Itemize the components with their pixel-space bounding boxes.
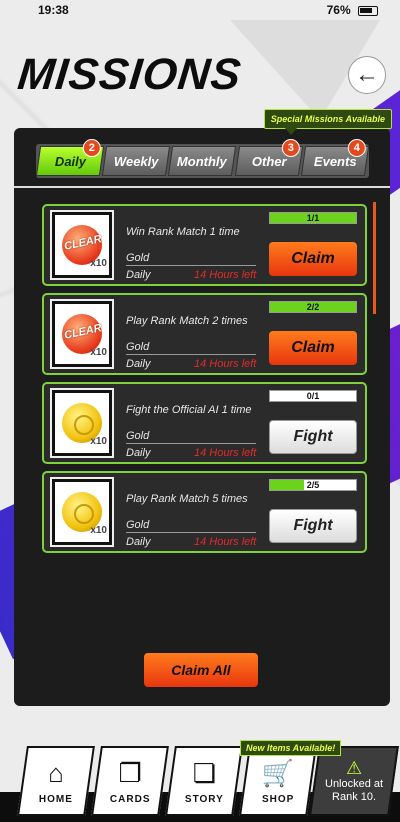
back-button[interactable]: ← (348, 56, 386, 94)
warning-icon: ⚠ (345, 758, 363, 778)
progress-text: 0/1 (306, 391, 320, 401)
progress-text: 2/2 (306, 302, 320, 312)
new-items-banner: New Items Available! (240, 740, 342, 756)
fight-button[interactable]: Fight (269, 420, 357, 454)
nav-label: SHOP (261, 793, 295, 805)
claim-button[interactable]: Claim (269, 331, 357, 365)
claim-button[interactable]: Claim (269, 242, 357, 276)
mission-reward: Gold (126, 519, 256, 533)
tabs-divider (14, 186, 390, 188)
mission-card: x10 Play Rank Match 2 times Gold Daily 1… (42, 293, 367, 375)
back-arrow-icon: ← (355, 61, 379, 88)
mission-title: Fight the Official AI 1 time (126, 404, 252, 416)
mission-reward: Gold (126, 341, 256, 355)
tab-daily[interactable]: Daily 2 (35, 139, 105, 176)
mission-list-scrollbar[interactable] (373, 202, 376, 314)
reward-thumbnail: x10 (50, 388, 114, 458)
nav-label: CARDS (109, 793, 151, 805)
mission-period: Daily (126, 269, 151, 281)
nav-shop[interactable]: 🛒 SHOP (239, 746, 317, 816)
mission-time-left: 14 Hours left (194, 536, 257, 548)
cards-icon: ❐ (118, 757, 142, 788)
mission-title: Play Rank Match 2 times (126, 315, 248, 327)
status-time: 19:38 (38, 3, 69, 17)
nav-label: HOME (39, 793, 73, 805)
tab-label: Monthly (177, 153, 228, 169)
tab-other[interactable]: Other 3 (234, 139, 303, 176)
mission-period: Daily (126, 536, 151, 548)
reward-thumbnail: x10 (50, 210, 114, 280)
status-bar: 19:38 76% (0, 0, 400, 20)
tab-monthly[interactable]: Monthly (168, 146, 237, 176)
reward-thumbnail: x10 (50, 299, 114, 369)
nav-cards[interactable]: ❐ CARDS (91, 746, 169, 816)
status-battery: 76% (327, 3, 378, 17)
nav-locked-item[interactable]: ⚠ Unlocked at Rank 10. (309, 746, 399, 816)
tab-badge: 2 (83, 139, 102, 157)
bottom-nav: New Items Available! ⌂ HOME ❐ CARDS ❏ ST… (0, 740, 400, 822)
mission-card: x10 Play Rank Match 5 times Gold Daily 1… (42, 471, 367, 553)
reward-quantity: x10 (90, 347, 107, 358)
nav-label: STORY (184, 793, 224, 805)
tab-badge: 3 (281, 139, 300, 157)
tab-label: Other (251, 153, 287, 169)
mission-time-left: 14 Hours left (194, 447, 257, 459)
mission-progress: 0/1 (269, 390, 357, 402)
story-book-icon: ❏ (192, 757, 216, 788)
mission-card: x10 Win Rank Match 1 time Gold Daily 14 … (42, 204, 367, 286)
mission-time-left: 14 Hours left (194, 358, 257, 370)
special-missions-banner: Special Missions Available (263, 109, 392, 135)
tab-label: Events (313, 153, 357, 169)
reward-quantity: x10 (90, 525, 107, 536)
mission-title: Win Rank Match 1 time (126, 226, 240, 238)
home-icon: ⌂ (48, 757, 64, 788)
progress-text: 1/1 (306, 213, 320, 223)
shop-cart-icon: 🛒 (261, 757, 295, 788)
mission-period: Daily (126, 447, 151, 459)
mission-time-left: 14 Hours left (194, 269, 257, 281)
reward-thumbnail: x10 (50, 477, 114, 547)
tab-badge: 4 (347, 139, 366, 157)
mission-progress: 1/1 (269, 212, 357, 224)
fight-button[interactable]: Fight (269, 509, 357, 543)
locked-text-line1: Unlocked at (324, 778, 384, 790)
claim-all-button[interactable]: Claim All (144, 653, 258, 687)
nav-home[interactable]: ⌂ HOME (17, 746, 95, 816)
mission-period: Daily (126, 358, 151, 370)
reward-quantity: x10 (90, 258, 107, 269)
tab-weekly[interactable]: Weekly (102, 146, 171, 176)
mission-progress: 2/5 (269, 479, 357, 491)
mission-progress: 2/2 (269, 301, 357, 313)
page-title: MISSIONS (15, 50, 244, 99)
mission-title: Play Rank Match 5 times (126, 493, 248, 505)
mission-card: x10 Fight the Official AI 1 time Gold Da… (42, 382, 367, 464)
tab-label: Daily (54, 153, 86, 169)
progress-text: 2/5 (306, 480, 320, 490)
tab-label: Weekly (114, 153, 159, 169)
locked-text-line2: Rank 10. (331, 791, 377, 803)
tab-events[interactable]: Events 4 (300, 139, 370, 176)
mission-reward: Gold (126, 252, 256, 266)
reward-quantity: x10 (90, 436, 107, 447)
battery-icon (358, 5, 378, 16)
mission-reward: Gold (126, 430, 256, 444)
nav-story[interactable]: ❏ STORY (165, 746, 243, 816)
mission-tabs: Daily 2 Weekly Monthly Other 3 Events 4 (35, 139, 370, 178)
battery-percent: 76% (326, 3, 351, 17)
